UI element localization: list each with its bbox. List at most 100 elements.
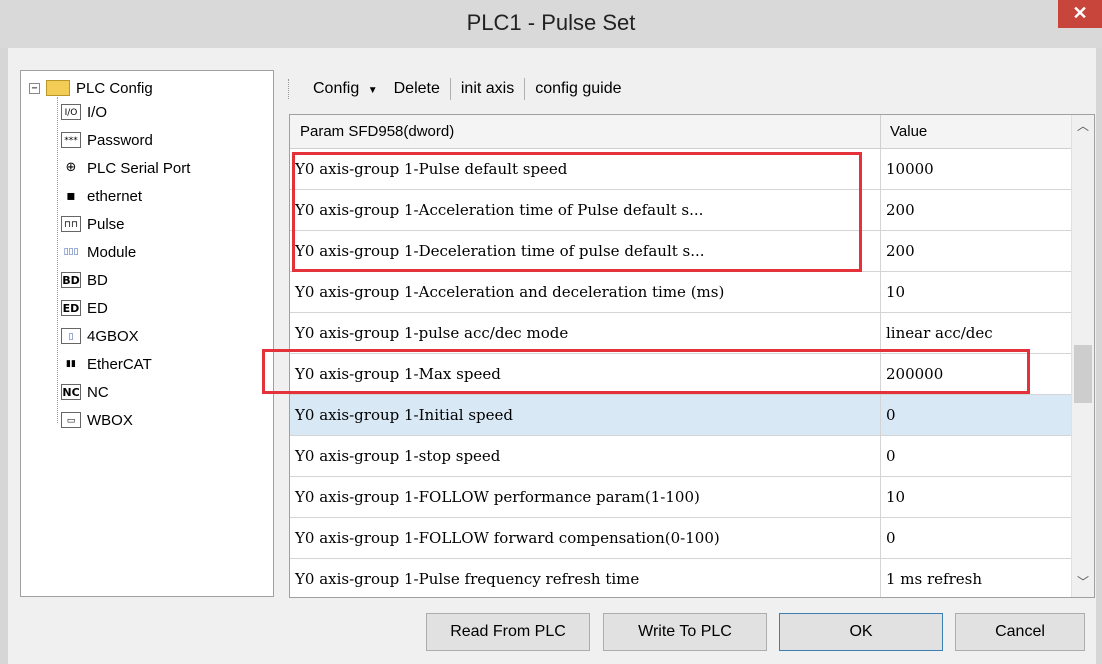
title-bar[interactable]: PLC1 - Pulse Set ✕ [0,0,1102,48]
tree-item-ethercat[interactable]: ▮▮ EtherCAT [61,353,152,375]
column-divider [880,149,881,189]
tree-item-module[interactable]: ▯▯▯ Module [61,241,136,263]
toolbar-grip[interactable] [288,79,295,99]
tree-item-bd[interactable]: BD BD [61,269,108,291]
read-from-plc-button[interactable]: Read From PLC [426,613,590,651]
table-row[interactable]: Y0 axis-group 1-Acceleration time of Pul… [290,190,1071,231]
param-cell: Y0 axis-group 1-Max speed [295,365,501,383]
param-cell: Y0 axis-group 1-pulse acc/dec mode [295,324,569,342]
bd-icon: BD [61,272,81,288]
tree-item-io[interactable]: I/O I/O [61,101,107,123]
table-row[interactable]: Y0 axis-group 1-FOLLOW performance param… [290,477,1071,518]
tree-item-label: BD [87,271,108,289]
toolbar: Config ▼ Delete init axis config guide [282,70,1090,108]
value-cell[interactable]: 0 [886,406,896,424]
table-row-selected[interactable]: Y0 axis-group 1-Initial speed 0 [290,395,1071,436]
tree-item-plc-serial-port[interactable]: ⊕ PLC Serial Port [61,157,190,179]
column-divider[interactable] [880,115,881,148]
tree-item-label: ED [87,299,108,317]
column-divider [880,518,881,558]
column-divider [880,272,881,312]
dropdown-arrow-icon: ▼ [367,85,378,96]
config-guide-button[interactable]: config guide [527,80,629,98]
value-cell[interactable]: 1 ms refresh [886,570,982,588]
folder-icon [46,80,70,96]
close-button[interactable]: ✕ [1058,0,1102,28]
4gbox-icon: ▯ [61,328,81,344]
table-row[interactable]: Y0 axis-group 1-Deceleration time of pul… [290,231,1071,272]
value-cell[interactable]: 200000 [886,365,943,383]
tree-item-ethernet[interactable]: ▪ ethernet [61,185,142,207]
tree-item-label: EtherCAT [87,355,152,373]
password-icon: *** [61,132,81,148]
tree-item-label: Pulse [87,215,125,233]
tree-item-password[interactable]: *** Password [61,129,153,151]
module-icon: ▯▯▯ [61,244,81,260]
scroll-down-icon[interactable]: ﹀ [1072,573,1094,595]
wbox-icon: ▭ [61,412,81,428]
tree-root-label: PLC Config [76,79,153,97]
column-divider [880,354,881,394]
column-header-param[interactable]: Param SFD958(dword) [300,123,454,140]
grid-header: Param SFD958(dword) Value [290,115,1071,149]
pulse-icon: ⊓⊓ [61,216,81,232]
table-row[interactable]: Y0 axis-group 1-Max speed 200000 [290,354,1071,395]
param-cell: Y0 axis-group 1-Deceleration time of pul… [295,242,705,260]
param-cell: Y0 axis-group 1-FOLLOW forward compensat… [295,529,720,547]
tree-item-4gbox[interactable]: ▯ 4GBOX [61,325,139,347]
tree-item-label: Module [87,243,137,261]
cancel-button[interactable]: Cancel [955,613,1085,651]
tree-root-plc-config[interactable]: − PLC Config [29,77,153,99]
table-row[interactable]: Y0 axis-group 1-Acceleration and deceler… [290,272,1071,313]
param-cell: Y0 axis-group 1-Pulse default speed [295,160,568,178]
table-row[interactable]: Y0 axis-group 1-pulse acc/dec mode linea… [290,313,1071,354]
nc-icon: NC [61,384,81,400]
io-icon: I/O [61,104,81,120]
ethercat-icon: ▮▮ [61,356,81,372]
param-cell: Y0 axis-group 1-Initial speed [295,406,513,424]
param-cell: Y0 axis-group 1-Acceleration and deceler… [295,283,725,301]
tree-item-nc[interactable]: NC NC [61,381,109,403]
vertical-scrollbar[interactable]: ︿ ﹀ [1071,115,1094,597]
tree-item-label: WBOX [87,411,133,429]
value-cell[interactable]: 200 [886,201,915,219]
init-axis-button[interactable]: init axis [453,80,522,98]
serial-port-icon: ⊕ [61,160,81,176]
tree-guide-line [57,97,58,423]
value-cell[interactable]: 10 [886,283,905,301]
tree-item-wbox[interactable]: ▭ WBOX [61,409,133,431]
tree-item-ed[interactable]: ED ED [61,297,108,319]
column-divider [880,231,881,271]
window-title: PLC1 - Pulse Set [466,10,636,35]
value-cell[interactable]: 10 [886,488,905,506]
param-cell: Y0 axis-group 1-Pulse frequency refresh … [295,570,640,588]
table-row[interactable]: Y0 axis-group 1-Pulse default speed 1000… [290,149,1071,190]
toolbar-separator [449,78,451,100]
value-cell[interactable]: 0 [886,529,896,547]
tree-item-label: I/O [87,103,108,121]
param-cell: Y0 axis-group 1-stop speed [295,447,501,465]
scroll-thumb[interactable] [1074,345,1092,403]
param-cell: Y0 axis-group 1-Acceleration time of Pul… [295,201,704,219]
value-cell[interactable]: 200 [886,242,915,260]
table-row[interactable]: Y0 axis-group 1-stop speed 0 [290,436,1071,477]
config-tree: − PLC Config I/O I/O *** Password ⊕ PLC … [20,70,274,597]
table-row[interactable]: Y0 axis-group 1-Pulse frequency refresh … [290,559,1071,597]
collapse-icon[interactable]: − [29,82,40,94]
ed-icon: ED [61,300,81,316]
value-cell[interactable]: 0 [886,447,896,465]
scroll-up-icon[interactable]: ︿ [1072,117,1094,139]
tree-item-pulse[interactable]: ⊓⊓ Pulse [61,213,125,235]
column-divider [880,559,881,597]
column-divider [880,395,881,435]
column-header-value[interactable]: Value [890,123,927,140]
column-divider [880,190,881,230]
ok-button[interactable]: OK [779,613,943,651]
table-row[interactable]: Y0 axis-group 1-FOLLOW forward compensat… [290,518,1071,559]
delete-button[interactable]: Delete [386,80,448,98]
value-cell[interactable]: linear acc/dec [886,324,993,342]
value-cell[interactable]: 10000 [886,160,934,178]
tree-item-label: 4GBOX [87,327,139,345]
config-menu-button[interactable]: Config ▼ [305,80,386,98]
write-to-plc-button[interactable]: Write To PLC [603,613,767,651]
